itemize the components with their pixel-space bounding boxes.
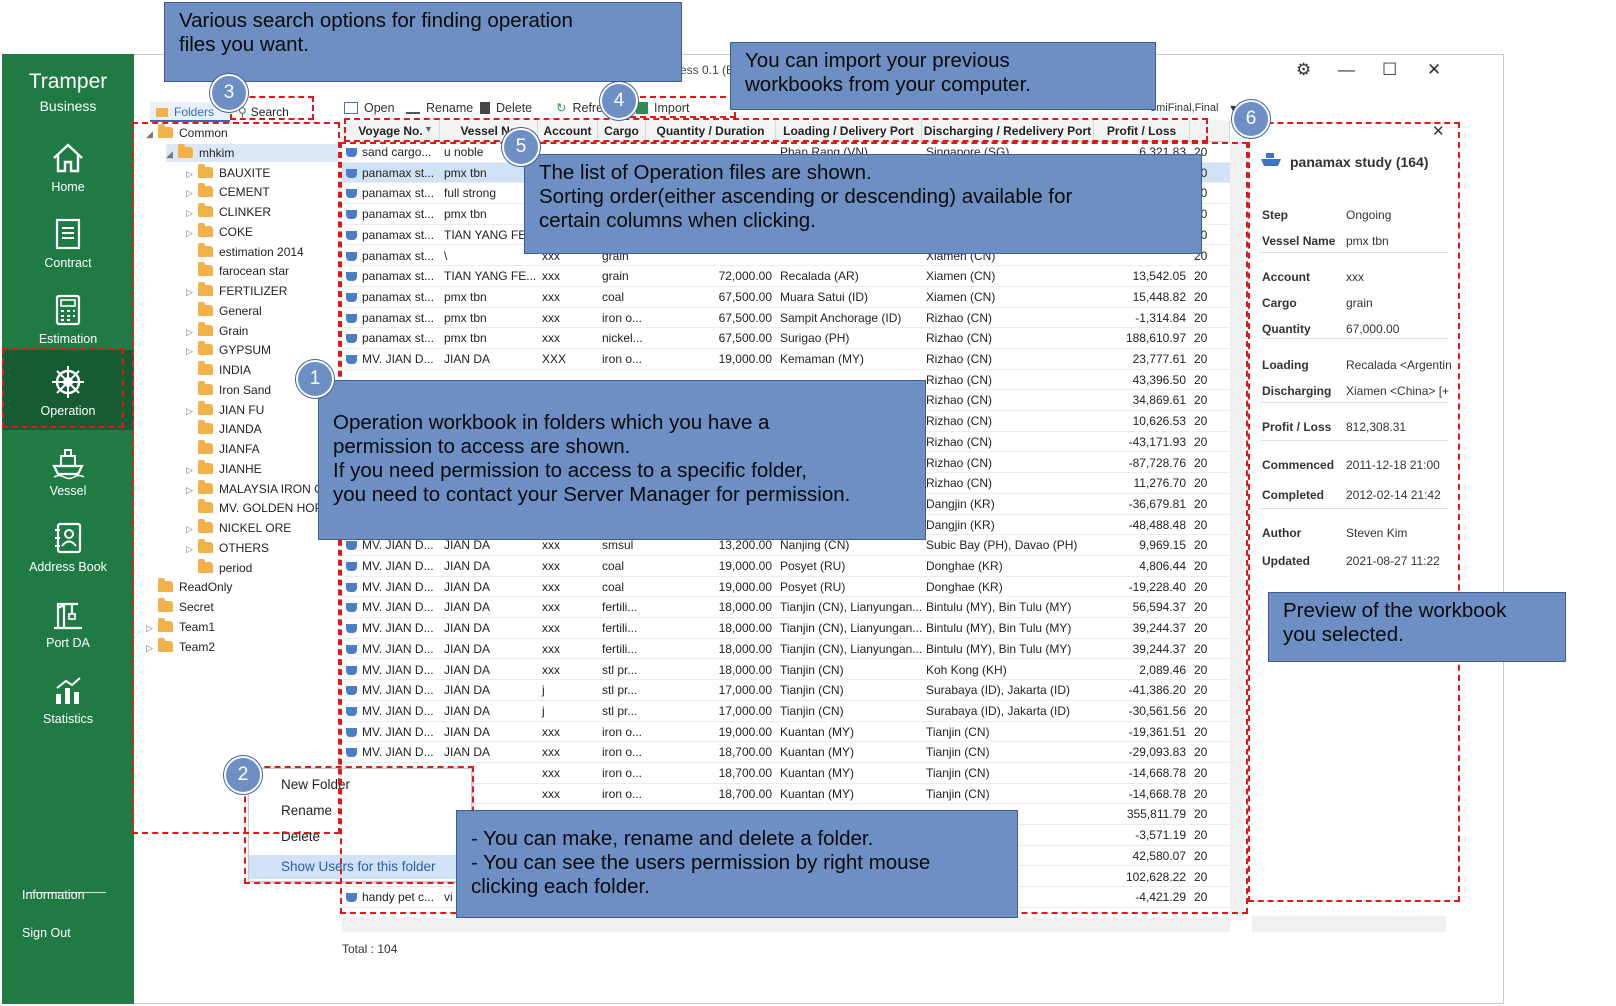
port-crane-icon <box>54 602 82 630</box>
nav-estimation-label: Estimation <box>38 332 98 346</box>
callout-list: The list of Operation files are shown. S… <box>524 154 1202 254</box>
document-icon <box>55 218 81 250</box>
brand-sub: Business <box>39 98 97 114</box>
callout-import: You can import your previous workbooks f… <box>730 42 1156 110</box>
highlight-folder-tree <box>132 122 340 834</box>
nav-sign-out[interactable]: Sign Out <box>22 926 71 940</box>
callout-preview: Preview of the workbook you selected. <box>1268 592 1566 662</box>
nav-statistics-label: Statistics <box>42 712 93 726</box>
rename-button-label: Rename <box>426 101 474 115</box>
trash-icon <box>480 102 490 114</box>
tab-folders-label: Folders <box>174 105 215 119</box>
nav-vessel-label: Vessel <box>49 484 87 498</box>
badge-2: 2 <box>224 756 262 794</box>
nav-address-book[interactable]: Address Book <box>2 508 134 584</box>
open-button[interactable]: Open <box>344 99 395 117</box>
highlight-import <box>630 96 736 118</box>
folder-icon <box>156 108 168 117</box>
preview-horizontal-scrollbar[interactable] <box>1252 916 1446 932</box>
nav-contract-label: Contract <box>44 256 92 270</box>
window-title: ess 0.1 (B <box>680 63 735 77</box>
address-book-icon <box>55 522 82 554</box>
minimize-button[interactable]: — <box>1338 60 1355 80</box>
workbook-selector[interactable]: emiFinal,Final ▼ <box>1150 99 1237 117</box>
nav-statistics[interactable]: Statistics <box>2 660 134 736</box>
open-icon <box>344 102 358 114</box>
nav-port-da-label: Port DA <box>46 636 90 650</box>
nav-port-da[interactable]: Port DA <box>2 584 134 660</box>
rename-button[interactable]: Rename <box>406 99 473 117</box>
refresh-button-label: Refre <box>572 101 604 115</box>
callout-folders: Operation workbook in folders which you … <box>318 380 926 540</box>
delete-button[interactable]: Delete <box>480 99 532 117</box>
delete-button-label: Delete <box>496 101 533 115</box>
nav-information[interactable]: Information <box>22 888 85 902</box>
close-window-button[interactable]: ✕ <box>1427 60 1441 80</box>
highlight-operation-nav <box>2 348 124 428</box>
refresh-button[interactable]: ↻ Refre <box>556 99 603 117</box>
badge-5: 5 <box>502 128 540 166</box>
brand-name: Tramper <box>28 70 108 93</box>
nav-estimation[interactable]: Estimation <box>2 280 134 356</box>
settings-icon[interactable]: ⚙ <box>1296 60 1311 80</box>
sidebar: Tramper Business Home Contract Estimatio… <box>2 54 134 1004</box>
callout-search: Various search options for finding opera… <box>164 2 682 82</box>
callout-folder-ops: - You can make, rename and delete a fold… <box>456 810 1018 918</box>
refresh-icon: ↻ <box>556 101 567 115</box>
badge-3: 3 <box>210 74 248 112</box>
rename-icon <box>406 100 420 114</box>
badge-4: 4 <box>600 82 638 120</box>
home-icon <box>53 143 83 173</box>
statistics-icon <box>56 677 81 704</box>
badge-1: 1 <box>296 360 334 398</box>
highlight-grid-header <box>344 118 1208 142</box>
highlight-preview <box>1248 122 1460 902</box>
calculator-icon <box>55 294 81 326</box>
vessel-icon <box>52 449 85 480</box>
nav-home[interactable]: Home <box>2 128 134 204</box>
badge-6: 6 <box>1232 100 1270 138</box>
grid-horizontal-scrollbar[interactable] <box>342 918 1230 932</box>
workbook-selector-value: emiFinal,Final <box>1150 102 1219 114</box>
open-button-label: Open <box>364 101 395 115</box>
total-count: Total : 104 <box>342 942 398 956</box>
maximize-button[interactable]: ☐ <box>1382 60 1397 80</box>
nav-contract[interactable]: Contract <box>2 204 134 280</box>
highlight-context-menu <box>244 766 474 884</box>
nav-vessel[interactable]: Vessel <box>2 432 134 508</box>
nav-home-label: Home <box>51 180 85 194</box>
nav-address-book-label: Address Book <box>29 560 107 574</box>
